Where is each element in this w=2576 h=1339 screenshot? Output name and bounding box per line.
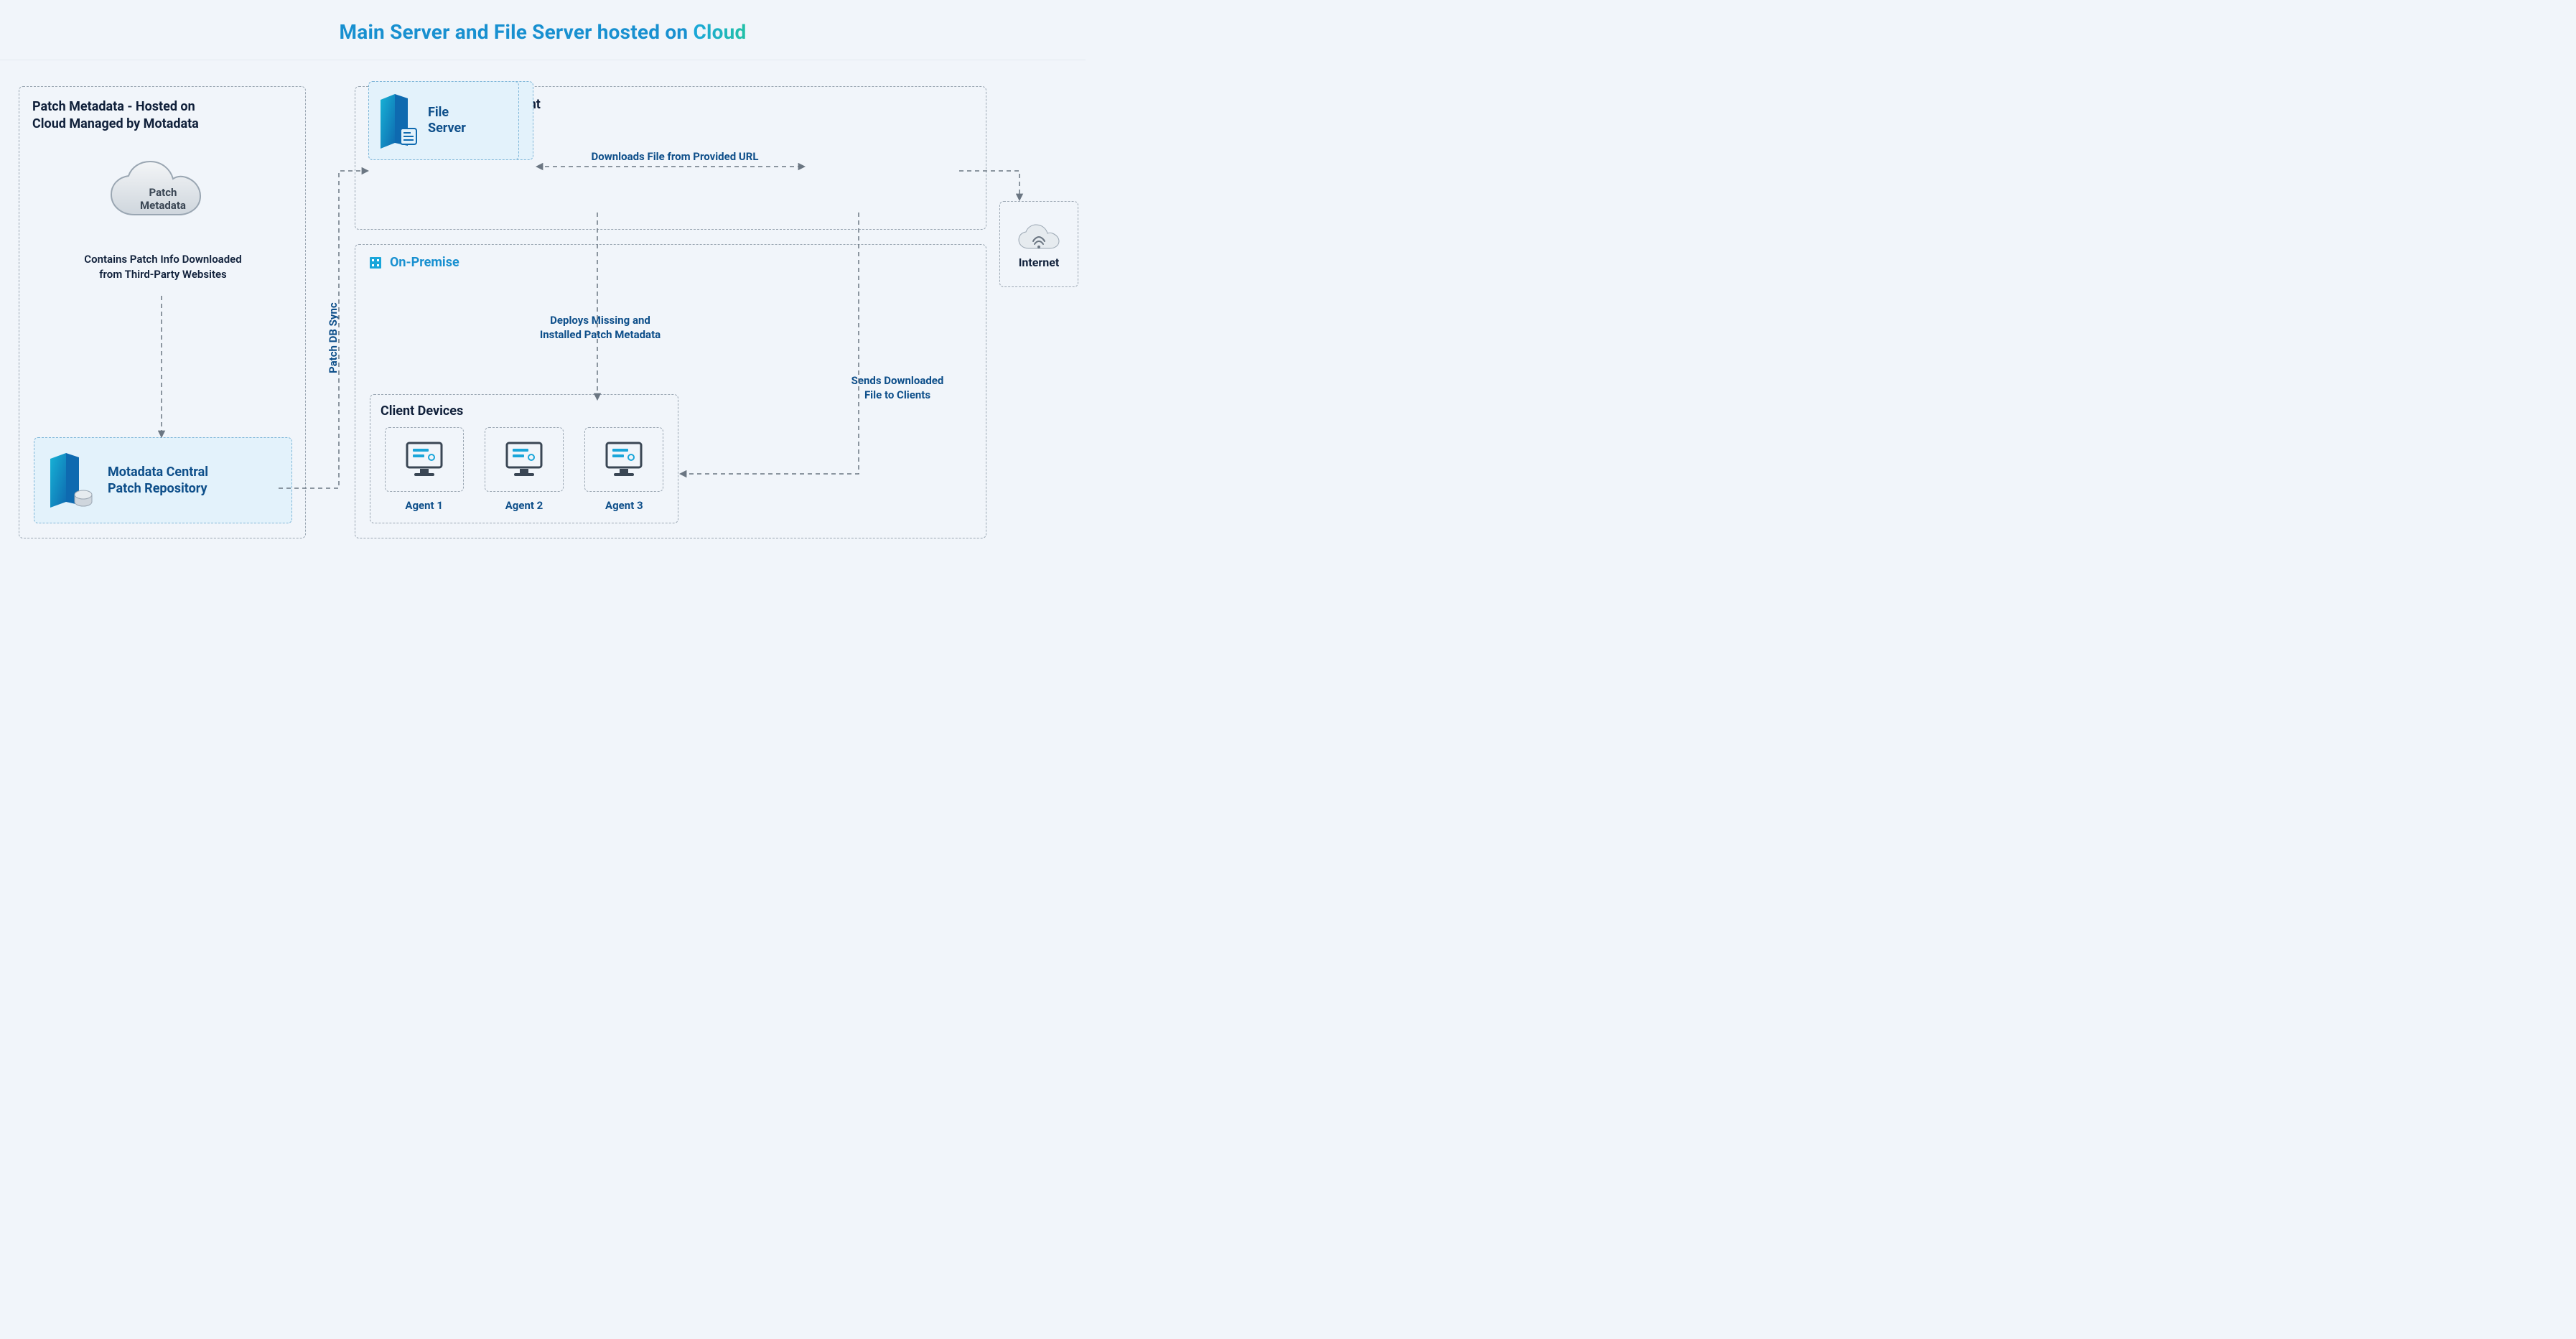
agent-label: Agent 3 bbox=[605, 499, 643, 512]
title-part-2: on bbox=[665, 20, 688, 44]
agent-1: Agent 1 bbox=[381, 427, 467, 512]
desc-line-2: from Third-Party Websites bbox=[55, 267, 271, 282]
edge-send-file-label: Sends Downloaded File to Clients bbox=[826, 373, 969, 403]
server-db-icon bbox=[45, 452, 95, 509]
monitor-icon bbox=[403, 440, 446, 479]
agent-2: Agent 2 bbox=[480, 427, 567, 512]
desc-line-1: Contains Patch Info Downloaded bbox=[55, 252, 271, 267]
agent-label: Agent 2 bbox=[505, 499, 543, 512]
edge-download-url-label: Downloads File from Provided URL bbox=[553, 149, 797, 164]
heading-line-2: Cloud Managed by Motadata bbox=[32, 116, 292, 133]
internet-label: Internet bbox=[1019, 256, 1060, 269]
patch-metadata-heading: Patch Metadata - Hosted on Cloud Managed… bbox=[32, 98, 292, 134]
server-file-icon bbox=[376, 93, 419, 149]
file-server-label: File Server bbox=[428, 105, 466, 137]
svg-text:Patch: Patch bbox=[149, 186, 177, 199]
agent-card bbox=[385, 427, 464, 492]
repo-line-1: Motadata Central bbox=[108, 464, 208, 480]
client-devices-box: Client Devices Agent 1 bbox=[370, 394, 678, 523]
agents-row: Agent 1 Agent 2 bbox=[381, 427, 668, 512]
on-premise-title: On-Premise bbox=[368, 255, 973, 270]
repo-label: Motadata Central Patch Repository bbox=[108, 464, 208, 498]
send-l2: File to Clients bbox=[826, 388, 969, 402]
patch-metadata-container: Patch Metadata - Hosted on Cloud Managed… bbox=[19, 86, 306, 538]
agent-card bbox=[584, 427, 663, 492]
file-l2: Server bbox=[428, 121, 466, 137]
building-icon bbox=[368, 256, 383, 270]
cloud-icon: Patch Metadata bbox=[106, 159, 220, 230]
monitor-icon bbox=[602, 440, 645, 479]
internet-box: Internet bbox=[999, 201, 1078, 287]
svg-text:Metadata: Metadata bbox=[140, 199, 186, 212]
deploy-l2: Installed Patch Metadata bbox=[514, 327, 686, 342]
deploy-l1: Deploys Missing and bbox=[514, 313, 686, 327]
file-l1: File bbox=[428, 105, 466, 121]
internet-cloud-icon bbox=[1017, 220, 1060, 251]
page-header: Main Server and File Server hosted on Cl… bbox=[0, 0, 1086, 60]
title-part-3: Cloud bbox=[693, 20, 746, 44]
edge-patch-db-sync-label: Patch DB Sync bbox=[326, 302, 340, 373]
send-l1: Sends Downloaded bbox=[826, 373, 969, 388]
agent-card bbox=[485, 427, 564, 492]
client-devices-title: Client Devices bbox=[381, 403, 668, 419]
title-part-1: Main Server and File Server hosted bbox=[340, 20, 661, 44]
heading-line-1: Patch Metadata - Hosted on bbox=[32, 98, 292, 116]
patch-metadata-cloud: Patch Metadata Patch Metadata bbox=[106, 159, 220, 230]
edge-deploy-label: Deploys Missing and Installed Patch Meta… bbox=[514, 313, 686, 342]
agent-3: Agent 3 bbox=[581, 427, 668, 512]
central-patch-repo: Motadata Central Patch Repository bbox=[34, 437, 292, 523]
patch-metadata-description: Contains Patch Info Downloaded from Thir… bbox=[55, 252, 271, 282]
repo-line-2: Patch Repository bbox=[108, 480, 208, 497]
monitor-icon bbox=[503, 440, 546, 479]
agent-label: Agent 1 bbox=[405, 499, 443, 512]
file-server: File Server bbox=[368, 81, 519, 160]
on-premise-title-text: On-Premise bbox=[390, 255, 459, 270]
page-title: Main Server and File Server hosted on Cl… bbox=[0, 20, 1086, 44]
